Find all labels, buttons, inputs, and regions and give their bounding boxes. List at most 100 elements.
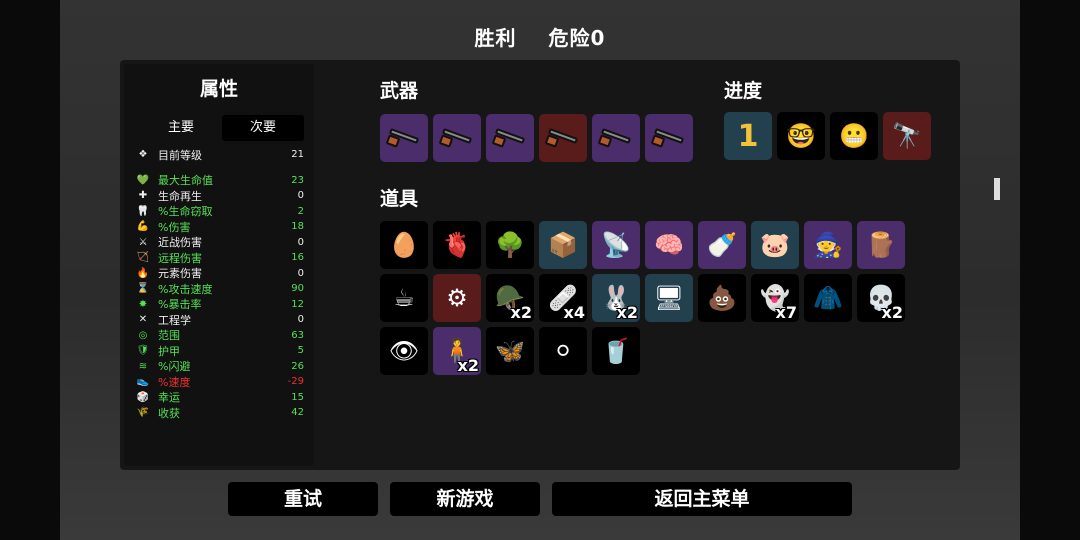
progress-slot[interactable]: 🔭	[883, 112, 931, 160]
stat-name: %攻击速度	[158, 282, 213, 296]
stat-name: 近战伤害	[158, 236, 202, 250]
item-slot[interactable]: 🧠	[645, 221, 693, 269]
new-game-button[interactable]: 新游戏	[390, 482, 540, 516]
stat-value: 23	[291, 174, 304, 186]
stat-name: 元素伤害	[158, 267, 202, 281]
item-slot[interactable]: 🐰 x2	[592, 274, 640, 322]
progress-slot[interactable]: 🤓	[777, 112, 825, 160]
stat-icon: 👟	[136, 376, 150, 388]
weapon-slot[interactable]	[380, 114, 428, 162]
weapon-slot[interactable]	[486, 114, 534, 162]
weapon-slot[interactable]	[592, 114, 640, 162]
terminal-icon: 🖥	[653, 284, 685, 312]
item-slot[interactable]: 🥤	[592, 327, 640, 375]
item-slot[interactable]: 🪖 x2	[486, 274, 534, 322]
organ-icon: 🫀	[442, 231, 472, 259]
item-slot[interactable]: 🫀	[433, 221, 481, 269]
stat-value: 0	[297, 236, 304, 248]
progress-title: 进度	[724, 80, 763, 102]
item-slot[interactable]: 🌳	[486, 221, 534, 269]
item-slot[interactable]: 🥚	[380, 221, 428, 269]
item-slot[interactable]: 🩹 x4	[539, 274, 587, 322]
weapon-slot[interactable]	[433, 114, 481, 162]
item-quantity: x7	[775, 303, 797, 322]
item-slot[interactable]: 🦋	[486, 327, 534, 375]
retry-button[interactable]: 重试	[228, 482, 378, 516]
weapon-slot[interactable]	[539, 114, 587, 162]
tree-icon: 🌳	[495, 231, 525, 259]
item-slot[interactable]: ⚙	[433, 274, 481, 322]
tab-secondary[interactable]: 次要	[222, 115, 304, 141]
stat-row: ⌛ %攻击速度 90	[136, 281, 304, 297]
stats-title: 属性	[199, 78, 238, 100]
stat-row: ✕ 工程学 0	[136, 312, 304, 328]
eye-creature-icon: 👁	[388, 337, 420, 365]
stat-value: 16	[291, 252, 304, 264]
pig-icon: 🐷	[760, 231, 790, 259]
item-slot[interactable]: 🪵	[857, 221, 905, 269]
stat-row: 🛡 护甲 5	[136, 343, 304, 359]
stat-row: 🏹 远程伤害 16	[136, 250, 304, 266]
stat-row: ✚ 生命再生 0	[136, 188, 304, 204]
stat-icon: ✚	[138, 190, 148, 202]
egg-icon: 🥚	[389, 231, 419, 259]
result-header: 胜利 危险0	[60, 22, 1020, 51]
cup-icon: 🥤	[601, 337, 631, 365]
gun-icon	[491, 128, 527, 148]
stat-row: 🔥 元素伤害 0	[136, 266, 304, 282]
item-quantity: x2	[616, 303, 638, 322]
stat-value: -29	[287, 376, 304, 388]
item-slot[interactable]: 📦	[539, 221, 587, 269]
gun-icon	[597, 128, 633, 148]
item-slot[interactable]: ☕	[380, 274, 428, 322]
item-slot[interactable]: 👁	[380, 327, 428, 375]
item-slot[interactable]: 💀 x2	[857, 274, 905, 322]
item-slot[interactable]: 🐷	[751, 221, 799, 269]
items-title: 道具	[380, 188, 419, 210]
stat-name: 护甲	[158, 344, 180, 358]
butterfly-icon: 🦋	[495, 337, 525, 365]
stat-value: 90	[291, 283, 304, 295]
item-quantity: x2	[457, 356, 479, 375]
item-slot[interactable]: 🧙	[804, 221, 852, 269]
stat-value: 42	[291, 407, 304, 419]
stat-icon: ⌛	[136, 283, 150, 295]
stat-name: 工程学	[158, 313, 191, 327]
stat-icon: 🔥	[136, 267, 150, 279]
stats-panel: 属性 主要 次要 ❖ 目前等级 21 💚 最大生命值 23 ✚ 生命再生 0 🦷 %生命窃取 2…	[124, 64, 314, 466]
weapons-title: 武器	[380, 80, 419, 102]
stat-row: 🌾 收获 42	[136, 405, 304, 421]
gear-orb-icon: ⚙	[446, 284, 468, 312]
main-menu-button[interactable]: 返回主菜单	[552, 482, 852, 516]
progress-slot[interactable]: 1	[724, 112, 772, 160]
bottle-icon: 🍼	[707, 231, 737, 259]
egg-face-icon: 😬	[839, 122, 869, 150]
item-slot[interactable]: 📡	[592, 221, 640, 269]
item-slot[interactable]: 🍼	[698, 221, 746, 269]
stat-icon: 🦷	[136, 205, 150, 217]
stat-value: 12	[291, 298, 304, 310]
stats-tabs: 主要 次要	[140, 115, 304, 141]
stat-icon: ⚔	[138, 236, 148, 248]
weapon-slot[interactable]	[645, 114, 693, 162]
stat-name: 生命再生	[158, 189, 202, 203]
item-slot[interactable]: 🖥	[645, 274, 693, 322]
tab-primary[interactable]: 主要	[140, 115, 222, 141]
item-slot[interactable]: 💩	[698, 274, 746, 322]
stat-list: ❖ 目前等级 21 💚 最大生命值 23 ✚ 生命再生 0 🦷 %生命窃取 2 💪 %伤害 18 ⚔ 近战…	[124, 147, 314, 421]
brain-icon: 🧠	[654, 231, 684, 259]
stat-icon: 💚	[136, 174, 150, 186]
stat-value: 63	[291, 329, 304, 341]
stat-icon: 🏹	[136, 252, 150, 264]
gun-icon	[650, 128, 686, 148]
stat-icon: ✸	[138, 298, 148, 310]
progress-slot[interactable]: 😬	[830, 112, 878, 160]
item-slot[interactable]: 🧥	[804, 274, 852, 322]
progress-scroll-indicator[interactable]	[994, 178, 1000, 200]
item-slot[interactable]: 🧍 x2	[433, 327, 481, 375]
item-slot[interactable]: ⚪	[539, 327, 587, 375]
stat-icon: 💪	[136, 221, 150, 233]
item-slot[interactable]: 👻 x7	[751, 274, 799, 322]
stat-name: %速度	[158, 375, 191, 389]
stat-name: %伤害	[158, 220, 191, 234]
